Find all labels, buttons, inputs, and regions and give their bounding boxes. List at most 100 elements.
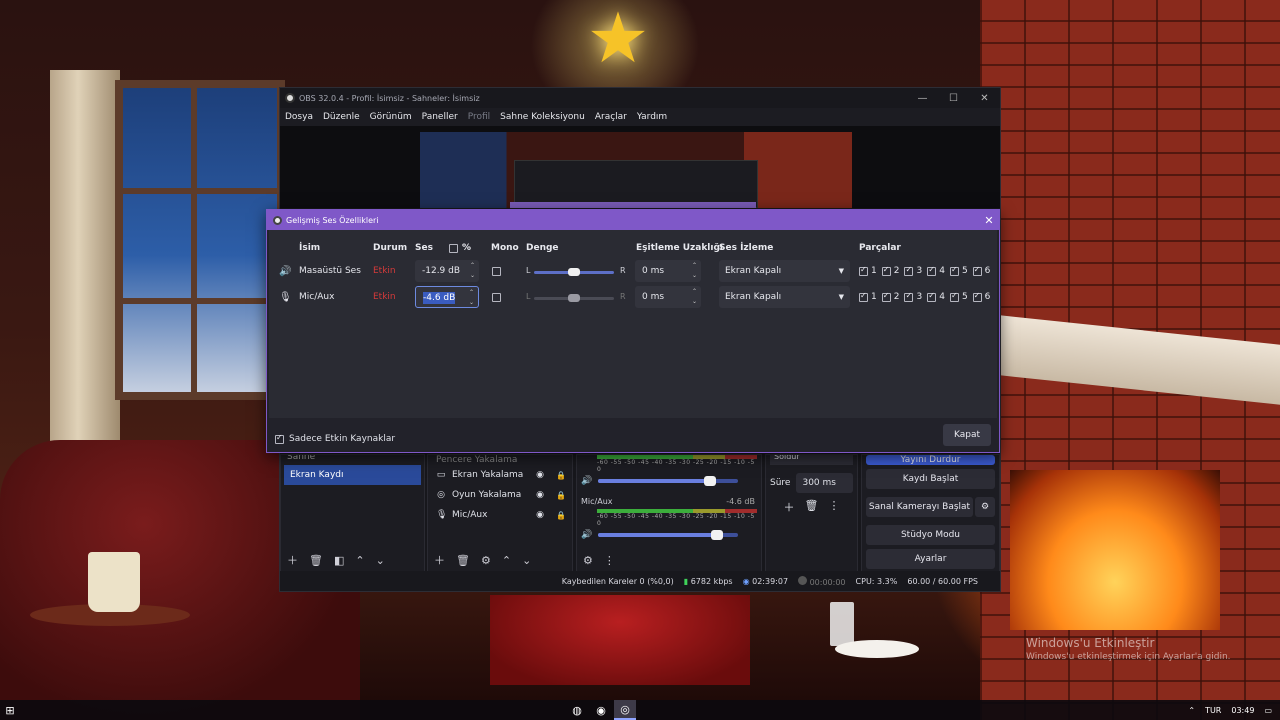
- input-language[interactable]: TUR: [1205, 706, 1221, 715]
- scene-item-partial[interactable]: Sahne: [281, 455, 424, 465]
- source-item[interactable]: ▭ Ekran Yakalama ◉ 🔒: [428, 465, 572, 485]
- lock-icon[interactable]: 🔒: [550, 491, 572, 500]
- balance-thumb[interactable]: [568, 294, 580, 302]
- source-item[interactable]: ◎ Oyun Yakalama ◉ 🔒: [428, 485, 572, 505]
- balance-track[interactable]: [534, 268, 614, 276]
- start-recording-button[interactable]: Kaydı Başlat: [866, 469, 995, 489]
- track-checkbox[interactable]: [949, 291, 959, 302]
- more-options-icon[interactable]: ⋮: [604, 554, 615, 567]
- mono-checkbox[interactable]: [492, 293, 501, 302]
- close-dialog-button[interactable]: Kapat: [943, 424, 991, 446]
- gear-icon[interactable]: ⚙: [481, 554, 491, 567]
- preview-canvas[interactable]: [280, 126, 1000, 208]
- menu-edit[interactable]: Düzenle: [318, 112, 365, 122]
- close-button[interactable]: ✕: [969, 93, 1000, 104]
- lock-icon[interactable]: 🔒: [550, 471, 572, 480]
- menu-profile[interactable]: Profil: [463, 112, 495, 122]
- volume-thumb[interactable]: [704, 476, 717, 486]
- track-checkbox[interactable]: [927, 291, 937, 302]
- percent-checkbox[interactable]: [449, 244, 458, 253]
- balance-thumb[interactable]: [568, 268, 580, 276]
- add-transition-icon[interactable]: ＋: [784, 499, 795, 515]
- dialog-title-bar[interactable]: Gelişmiş Ses Özellikleri ✕: [267, 210, 999, 230]
- track-checkbox[interactable]: [859, 265, 868, 276]
- volume-input[interactable]: -4.6 dB ⌃ ⌄: [415, 286, 479, 308]
- steam-icon[interactable]: ◉: [590, 700, 612, 720]
- transition-select[interactable]: Solduř: [770, 455, 853, 465]
- title-bar[interactable]: OBS 32.0.4 - Profil: İsimsiz - Sahneler:…: [280, 88, 1000, 108]
- gear-icon[interactable]: ⚙: [975, 497, 995, 517]
- speaker-icon[interactable]: 🔊: [581, 476, 592, 486]
- volume-slider[interactable]: [598, 530, 739, 540]
- start-virtual-camera-button[interactable]: Sanal Kamerayı Başlat: [866, 497, 973, 517]
- tray-chevron-up-icon[interactable]: ⌃: [1188, 706, 1195, 715]
- spin-down-icon[interactable]: ⌄: [470, 271, 475, 281]
- spin-down-icon[interactable]: ⌄: [692, 297, 697, 307]
- balance-slider[interactable]: L R: [526, 292, 626, 302]
- active-only-toggle[interactable]: Sadece Etkin Kaynaklar: [275, 433, 395, 444]
- remove-transition-icon[interactable]: 🗑: [805, 499, 819, 515]
- volume-input[interactable]: -12.9 dB ⌃ ⌄: [415, 260, 479, 282]
- stop-streaming-button[interactable]: Yayını Durdur: [866, 455, 995, 465]
- menu-view[interactable]: Görünüm: [365, 112, 417, 122]
- studio-mode-button[interactable]: Stüdyo Modu: [866, 525, 995, 545]
- source-item[interactable]: 🎙 Mic/Aux ◉ 🔒: [428, 505, 572, 525]
- spin-up-icon[interactable]: ⌃: [469, 288, 474, 298]
- gear-icon[interactable]: ⚙: [583, 554, 593, 567]
- maximize-button[interactable]: ☐: [938, 93, 969, 104]
- track-checkbox[interactable]: [881, 291, 891, 302]
- menu-docks[interactable]: Paneller: [417, 112, 463, 122]
- active-only-checkbox[interactable]: [275, 433, 284, 444]
- close-icon[interactable]: ✕: [979, 214, 999, 227]
- scene-item-selected[interactable]: Ekran Kaydı: [284, 465, 421, 485]
- remove-scene-icon[interactable]: 🗑: [309, 554, 323, 567]
- spin-up-icon[interactable]: ⌃: [692, 287, 697, 297]
- menu-file[interactable]: Dosya: [280, 112, 318, 122]
- move-up-icon[interactable]: ⌃: [355, 554, 364, 567]
- remove-source-icon[interactable]: 🗑: [456, 554, 470, 567]
- menu-tools[interactable]: Araçlar: [590, 112, 632, 122]
- add-source-icon[interactable]: ＋: [434, 552, 445, 568]
- track-checkbox[interactable]: [972, 265, 982, 276]
- volume-thumb[interactable]: [711, 530, 724, 540]
- spin-up-icon[interactable]: ⌃: [692, 261, 697, 271]
- monitoring-select[interactable]: Ekran Kapalı ▼: [719, 260, 850, 282]
- spin-up-icon[interactable]: ⌃: [470, 261, 475, 271]
- more-options-icon[interactable]: ⋮: [828, 499, 839, 515]
- speaker-icon[interactable]: 🔊: [581, 530, 592, 540]
- lock-icon[interactable]: 🔒: [550, 511, 572, 520]
- track-checkbox[interactable]: [927, 265, 937, 276]
- spin-down-icon[interactable]: ⌄: [469, 298, 474, 308]
- source-item-partial[interactable]: Pencere Yakalama: [428, 455, 572, 465]
- track-checkbox[interactable]: [904, 291, 914, 302]
- clock[interactable]: 03:49: [1231, 706, 1254, 715]
- visibility-eye-icon[interactable]: ◉: [536, 490, 544, 500]
- monitoring-select[interactable]: Ekran Kapalı ▼: [719, 286, 850, 308]
- obs-taskbar-icon[interactable]: ◎: [614, 700, 636, 720]
- menu-help[interactable]: Yardım: [632, 112, 672, 122]
- balance-slider[interactable]: L R: [526, 266, 626, 276]
- track-checkbox[interactable]: [949, 265, 959, 276]
- chrome-icon[interactable]: ◍: [566, 700, 588, 720]
- move-down-icon[interactable]: ⌄: [522, 554, 531, 567]
- move-down-icon[interactable]: ⌄: [376, 554, 385, 567]
- track-checkbox[interactable]: [881, 265, 891, 276]
- sync-offset-input[interactable]: 0 ms ⌃ ⌄: [635, 260, 701, 282]
- duration-input[interactable]: 300 ms: [796, 473, 853, 493]
- volume-slider[interactable]: [598, 476, 739, 486]
- filter-icon[interactable]: ◧: [334, 554, 344, 567]
- mono-checkbox[interactable]: [492, 267, 501, 276]
- add-scene-icon[interactable]: ＋: [287, 552, 298, 568]
- windows-start-icon[interactable]: ⊞: [0, 700, 20, 720]
- track-checkbox[interactable]: [972, 291, 982, 302]
- track-checkbox[interactable]: [904, 265, 914, 276]
- balance-track[interactable]: [534, 294, 614, 302]
- track-checkbox[interactable]: [859, 291, 868, 302]
- sync-offset-input[interactable]: 0 ms ⌃ ⌄: [635, 286, 701, 308]
- minimize-button[interactable]: —: [907, 93, 938, 104]
- visibility-eye-icon[interactable]: ◉: [536, 510, 544, 520]
- settings-button[interactable]: Ayarlar: [866, 549, 995, 569]
- notifications-icon[interactable]: ▭: [1264, 706, 1272, 715]
- visibility-eye-icon[interactable]: ◉: [536, 470, 544, 480]
- menu-scene-collection[interactable]: Sahne Koleksiyonu: [495, 112, 590, 122]
